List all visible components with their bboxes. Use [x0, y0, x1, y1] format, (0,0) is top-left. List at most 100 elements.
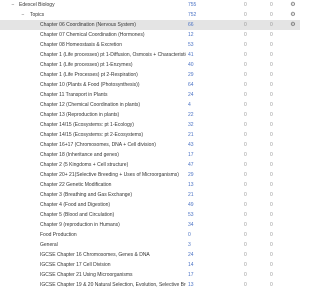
deck-learn-count: 0 [244, 232, 247, 238]
deck-row[interactable]: IGCSE Chapter 21 Using Microorganisms 17 0… [0, 270, 300, 280]
deck-due-count: 0 [270, 272, 273, 278]
deck-due-count: 0 [270, 2, 273, 8]
deck-name[interactable]: Chapter 13 (Reproduction in plants) [40, 110, 186, 120]
deck-learn-count: 0 [244, 172, 247, 178]
deck-due-count: 0 [270, 22, 273, 28]
deck-name[interactable]: Chapter 16+17 (Chromosomes, DNA + Cell d… [40, 140, 186, 150]
deck-name[interactable]: Chapter 14/15 (Ecosystems: pt 1-Ecology) [40, 120, 186, 130]
deck-name[interactable]: Chapter 08 Homeostasis & Excretion [40, 40, 186, 50]
gear-icon[interactable]: ⚙ [289, 20, 297, 30]
deck-name[interactable]: Chapter 1 (Life processes) pt 1-Diffusio… [40, 50, 186, 60]
deck-row[interactable]: Chapter 20+ 21(Selective Breeding + Uses… [0, 170, 300, 180]
deck-new-count: 22 [188, 112, 194, 118]
deck-due-count: 0 [270, 102, 273, 108]
deck-name[interactable]: Edexcel Biology [19, 0, 184, 10]
deck-name[interactable]: Chapter 11 Transport in Plants [40, 90, 186, 100]
deck-row[interactable]: Chapter 9 (reproduction in Humans) 34 0 0 [0, 220, 300, 230]
collapse-icon[interactable]: − [10, 0, 16, 10]
deck-new-count: 24 [188, 252, 194, 258]
deck-row[interactable]: Chapter 1 (Life Processes) pt 2-Respirat… [0, 70, 300, 80]
deck-learn-count: 0 [244, 162, 247, 168]
deck-row[interactable]: Chapter 10 (Plants & Food (Photosynthesi… [0, 80, 300, 90]
deck-due-count: 0 [270, 122, 273, 128]
deck-new-count: 24 [188, 92, 194, 98]
deck-name[interactable]: IGCSE Chapter 16 Chromosomes, Genes & DN… [40, 250, 186, 260]
deck-new-count: 29 [188, 172, 194, 178]
deck-name[interactable]: Chapter 06 Coordination (Nervous System) [40, 20, 186, 30]
gear-icon[interactable]: ⚙ [289, 10, 297, 20]
deck-due-count: 0 [270, 282, 273, 288]
deck-learn-count: 0 [244, 272, 247, 278]
deck-row[interactable]: Chapter 14/15 (Ecosystems: pt 2-Ecosyste… [0, 130, 300, 140]
deck-name[interactable]: Chapter 5 (Blood and Circulation) [40, 210, 186, 220]
deck-due-count: 0 [270, 202, 273, 208]
deck-row[interactable]: Chapter 13 (Reproduction in plants) 22 0 0 [0, 110, 300, 120]
deck-name[interactable]: IGCSE Chapter 21 Using Microorganisms [40, 270, 186, 280]
deck-tree: − Edexcel Biology 755 0 0 ⚙ − Topics 752… [0, 0, 300, 300]
deck-learn-count: 0 [244, 22, 247, 28]
deck-name[interactable]: IGCSE Chapter 19 & 20 Natural Selection,… [40, 280, 186, 290]
deck-name[interactable]: Food Production [40, 230, 186, 240]
deck-name[interactable]: Chapter 4 (Food and Digestion) [40, 200, 186, 210]
deck-new-count: 13 [188, 182, 194, 188]
deck-row[interactable]: Chapter 22 Genetic Modification 13 0 0 [0, 180, 300, 190]
deck-learn-count: 0 [244, 262, 247, 268]
deck-due-count: 0 [270, 132, 273, 138]
deck-row[interactable]: IGCSE Chapter 16 Chromosomes, Genes & DN… [0, 250, 300, 260]
deck-name[interactable]: General [40, 240, 186, 250]
deck-row[interactable]: IGCSE Chapter 17 Cell Division 14 0 0 [0, 260, 300, 270]
deck-learn-count: 0 [244, 222, 247, 228]
deck-name[interactable]: Chapter 1 (Life Processes) pt 2-Respirat… [40, 70, 186, 80]
deck-row[interactable]: Chapter 08 Homeostasis & Excretion 53 0 0 [0, 40, 300, 50]
deck-row[interactable]: Chapter 14/15 (Ecosystems: pt 1-Ecology)… [0, 120, 300, 130]
deck-row[interactable]: IGCSE Chapter 19 & 20 Natural Selection,… [0, 280, 300, 290]
deck-name[interactable]: Chapter 2 (5 Kingdoms + Cell structure) [40, 160, 186, 170]
deck-row[interactable]: Chapter 2 (5 Kingdoms + Cell structure) 4… [0, 160, 300, 170]
deck-new-count: 53 [188, 212, 194, 218]
deck-name[interactable]: IGCSE Chapter 17 Cell Division [40, 260, 186, 270]
gear-icon[interactable]: ⚙ [289, 0, 297, 10]
deck-learn-count: 0 [244, 202, 247, 208]
deck-new-count: 47 [188, 162, 194, 168]
collapse-icon[interactable]: − [20, 10, 26, 20]
deck-row[interactable]: Chapter 07 Chemical Coordination (Hormon… [0, 30, 300, 40]
deck-learn-count: 0 [244, 42, 247, 48]
deck-name[interactable]: Chapter 10 (Plants & Food (Photosynthesi… [40, 80, 186, 90]
deck-name[interactable]: Chapter 18 (Inheritance and genes) [40, 150, 186, 160]
deck-new-count: 12 [188, 32, 194, 38]
deck-due-count: 0 [270, 32, 273, 38]
deck-learn-count: 0 [244, 122, 247, 128]
deck-name[interactable]: Chapter 07 Chemical Coordination (Hormon… [40, 30, 186, 40]
deck-row[interactable]: Chapter 12 (Chemical Coordination in pla… [0, 100, 300, 110]
deck-row[interactable]: General 3 0 0 [0, 240, 300, 250]
deck-name[interactable]: Chapter 1 (Life processes) pt 1-Enzymes) [40, 60, 186, 70]
deck-row-root[interactable]: − Edexcel Biology 755 0 0 ⚙ [0, 0, 300, 10]
deck-row-topics[interactable]: − Topics 752 0 0 ⚙ [0, 10, 300, 20]
deck-due-count: 0 [270, 162, 273, 168]
deck-row[interactable]: Chapter 18 (Inheritance and genes) 17 0 0 [0, 150, 300, 160]
deck-name[interactable]: Chapter 9 (reproduction in Humans) [40, 220, 186, 230]
deck-row[interactable]: Chapter 11 Transport in Plants 24 0 0 [0, 90, 300, 100]
deck-row[interactable]: Chapter 5 (Blood and Circulation) 53 0 0 [0, 210, 300, 220]
deck-learn-count: 0 [244, 112, 247, 118]
deck-row[interactable]: Chapter 4 (Food and Digestion) 49 0 0 [0, 200, 300, 210]
deck-row[interactable]: Chapter 06 Coordination (Nervous System)… [0, 20, 300, 30]
deck-name[interactable]: Chapter 14/15 (Ecosystems: pt 2-Ecosyste… [40, 130, 186, 140]
deck-new-count: 53 [188, 42, 194, 48]
deck-learn-count: 0 [244, 12, 247, 18]
deck-new-count: 40 [188, 62, 194, 68]
deck-row[interactable]: Chapter 1 (Life processes) pt 1-Diffusio… [0, 50, 300, 60]
deck-due-count: 0 [270, 172, 273, 178]
deck-name[interactable]: Topics [30, 10, 185, 20]
deck-new-count: 41 [188, 52, 194, 58]
deck-name[interactable]: Chapter 12 (Chemical Coordination in pla… [40, 100, 186, 110]
deck-row[interactable]: Food Production 0 0 0 [0, 230, 300, 240]
deck-learn-count: 0 [244, 2, 247, 8]
deck-name[interactable]: Chapter 20+ 21(Selective Breeding + Uses… [40, 170, 186, 180]
deck-new-count: 66 [188, 22, 194, 28]
deck-name[interactable]: Chapter 3 (Breathing and Gas Exchange) [40, 190, 186, 200]
deck-row[interactable]: Chapter 16+17 (Chromosomes, DNA + Cell d… [0, 140, 300, 150]
deck-row[interactable]: Chapter 3 (Breathing and Gas Exchange) 21… [0, 190, 300, 200]
deck-row[interactable]: Chapter 1 (Life processes) pt 1-Enzymes)… [0, 60, 300, 70]
deck-name[interactable]: Chapter 22 Genetic Modification [40, 180, 186, 190]
